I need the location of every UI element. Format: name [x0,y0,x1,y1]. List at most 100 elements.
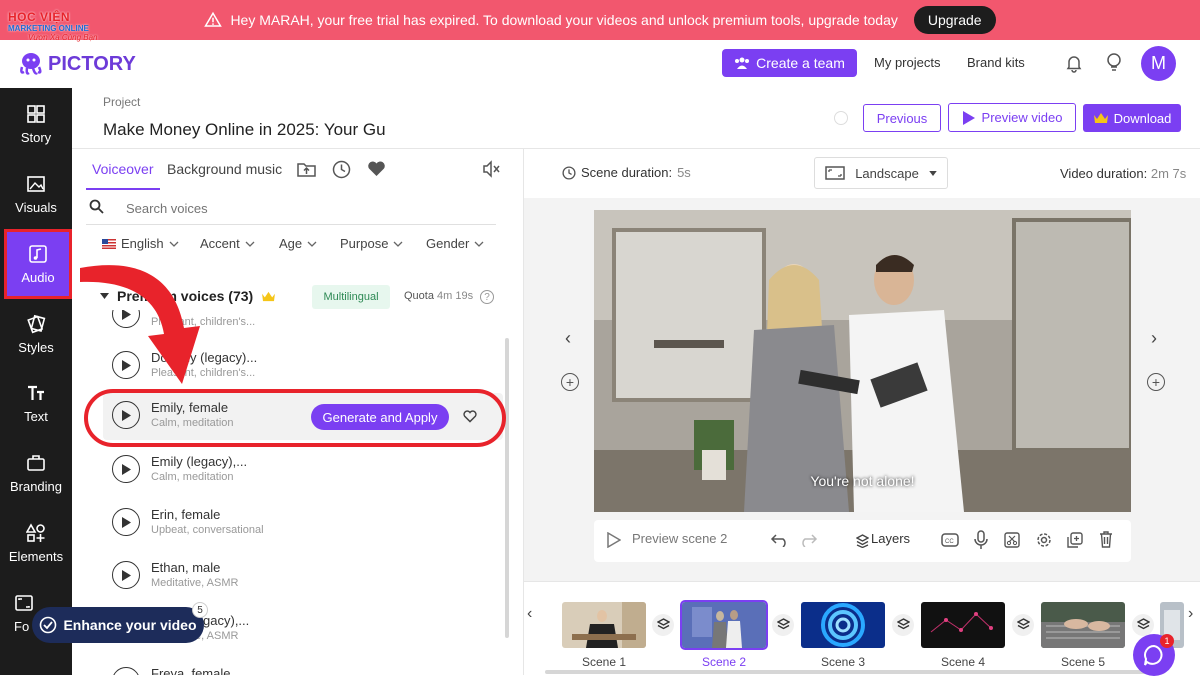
previous-button[interactable]: Previous [863,104,941,132]
voice-settings-icon[interactable] [482,160,502,178]
filter-accent-label: Accent [200,236,240,251]
scene-layers-icon[interactable] [1012,614,1034,636]
scene-layers-icon[interactable] [1132,614,1154,636]
voice-name: Ethan, male [151,560,221,575]
filter-purpose[interactable]: Purpose [340,236,403,251]
sidebar-label-styles: Styles [18,339,54,355]
scene-thumbnail[interactable] [921,602,1005,648]
enhance-video-label: Enhance your video [63,617,197,633]
orientation-select[interactable]: Landscape [814,157,948,189]
timeline-left-arrow-icon[interactable]: ‹ [527,605,532,623]
warning-icon [204,11,223,27]
play-button[interactable] [112,667,140,675]
lightbulb-icon[interactable] [1105,52,1123,74]
gear-icon[interactable] [1036,532,1052,548]
scissors-icon[interactable] [1004,532,1020,548]
microphone-icon[interactable] [974,530,988,550]
scene-thumbnail-selected[interactable] [680,600,768,650]
prev-scene-arrow-icon[interactable]: ‹ [565,328,571,349]
timeline-right-arrow-icon[interactable]: › [1188,605,1193,623]
crown-icon [1093,113,1108,123]
video-duration-value: 2m 7s [1150,166,1187,181]
scene-3-image [801,602,885,648]
banner-message: Hey MARAH, your free trial has expired. … [230,12,898,28]
multilingual-badge[interactable]: Multilingual [312,285,390,309]
download-label: Download [1113,110,1172,126]
list-item[interactable]: Emily (legacy),... Calm, meditation [103,447,503,497]
video-preview[interactable]: You're not alone! [594,210,1131,512]
next-scene-arrow-icon[interactable]: › [1151,328,1157,349]
sidebar-item-elements[interactable]: Elements [0,508,72,578]
scene-thumbnail[interactable] [1041,602,1125,648]
captions-icon[interactable]: CC [941,532,959,548]
sidebar-item-text[interactable]: Text [0,368,72,438]
filter-gender[interactable]: Gender [426,236,484,251]
scene-layers-icon[interactable] [652,614,674,636]
preview-video-button[interactable]: Preview video [948,103,1076,132]
scene-label: Scene 3 [820,655,866,669]
trash-icon[interactable] [1099,531,1113,548]
clock-icon[interactable] [332,160,351,179]
help-icon[interactable]: ? [480,290,494,304]
scene-thumbnail[interactable] [801,602,885,648]
play-button[interactable] [112,455,140,483]
us-flag-icon [102,238,116,249]
bell-icon[interactable] [1064,53,1084,73]
play-outline-icon[interactable] [607,532,621,548]
tab-background-music[interactable]: Background music [167,161,282,177]
watermark-line1: HỌC VIỆN [8,10,71,24]
chevron-down-icon [307,241,317,247]
scene-layers-icon[interactable] [772,614,794,636]
search-voices-input[interactable] [126,198,426,218]
filter-accent[interactable]: Accent [200,236,255,251]
tab-voiceover[interactable]: Voiceover [92,161,153,177]
enhance-count-badge: 5 [192,602,208,618]
scene-label: Scene 4 [940,655,986,669]
play-button[interactable] [112,508,140,536]
voice-list-scrollbar[interactable] [505,338,509,638]
sidebar-label-branding: Branding [9,478,63,494]
voice-name: Freya, female [151,666,231,675]
filter-language[interactable]: English [102,236,179,251]
heart-icon[interactable] [367,160,386,178]
tab-underline [86,188,160,190]
caret-down-icon [929,170,937,176]
scene-toolbar: Preview scene 2 Layers CC [594,520,1131,562]
download-button[interactable]: Download [1083,104,1181,132]
create-team-button[interactable]: Create a team [722,49,857,77]
enhance-video-button[interactable]: Enhance your video [32,607,204,643]
layers-button[interactable]: Layers [871,531,910,546]
svg-text:CC: CC [945,539,954,545]
upgrade-button[interactable]: Upgrade [913,6,996,34]
scene-thumbnail[interactable] [562,602,646,648]
preview-scene-button[interactable]: Preview scene 2 [632,531,727,546]
list-item[interactable]: Ethan, male Meditative, ASMR [103,553,503,603]
create-team-label: Create a team [756,55,845,71]
list-item[interactable]: Freya, female [103,659,503,675]
upload-folder-icon[interactable] [297,160,316,178]
sidebar-item-styles[interactable]: Styles [0,299,72,369]
duplicate-icon[interactable] [1067,532,1083,548]
sidebar-item-story[interactable]: Story [0,89,72,159]
scene-layers-icon[interactable] [892,614,914,636]
filter-age[interactable]: Age [279,236,317,251]
my-projects-link[interactable]: My projects [874,55,940,70]
video-caption: You're not alone! [810,473,915,489]
redo-icon[interactable] [798,533,818,547]
undo-icon[interactable] [770,533,790,547]
brand-kits-link[interactable]: Brand kits [967,55,1025,70]
add-scene-after-icon[interactable]: + [1147,373,1165,391]
project-title[interactable]: Make Money Online in 2025: Your Gu [103,120,408,140]
layers-icon [1016,618,1030,630]
orientation-label: Landscape [855,165,919,181]
add-scene-before-icon[interactable]: + [561,373,579,391]
timeline-scrollbar[interactable] [545,670,1165,674]
logo-text: PICTORY [48,52,136,75]
user-avatar[interactable]: M [1141,46,1176,81]
list-item[interactable]: Erin, female Upbeat, conversational [103,500,503,550]
sidebar-item-audio[interactable]: Audio [4,229,72,299]
pictory-logo[interactable]: PICTORY [18,52,136,76]
play-button[interactable] [112,561,140,589]
sidebar-item-branding[interactable]: Branding [0,438,72,508]
sidebar-item-visuals[interactable]: Visuals [0,159,72,229]
